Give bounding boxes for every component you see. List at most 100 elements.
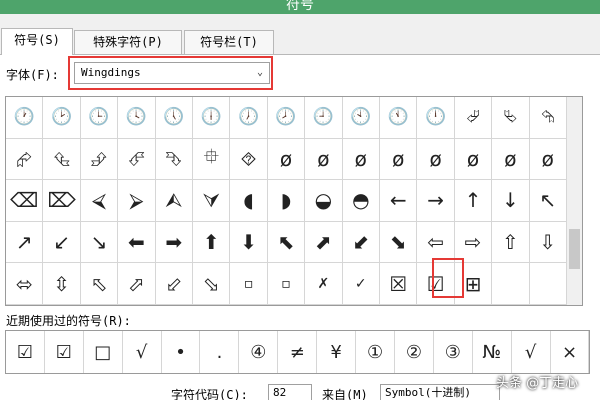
symbol-cell[interactable]: ⬃	[155, 263, 193, 305]
symbol-cell[interactable]	[492, 263, 530, 305]
symbol-cell[interactable]: ↑	[454, 180, 493, 222]
symbol-cell[interactable]: ø	[267, 138, 306, 181]
symbol-cell[interactable]: 🕑	[43, 97, 81, 139]
symbol-cell[interactable]: ◖	[230, 180, 268, 222]
symbol-cell[interactable]: ⌫	[6, 180, 44, 222]
chevron-down-icon[interactable]: ⌄	[257, 63, 263, 83]
symbol-cell[interactable]: ⬅	[118, 221, 156, 264]
symbol-cell[interactable]: ⮙	[155, 180, 193, 222]
symbol-cell[interactable]: ↓	[492, 180, 530, 222]
symbol-cell[interactable]: ⮳	[6, 138, 44, 181]
recent-symbol-cell[interactable]: ③	[434, 331, 473, 373]
tab-symbol-bar[interactable]: 符号栏(T)	[184, 30, 274, 54]
recent-symbol-cell[interactable]: ¥	[317, 331, 357, 373]
symbol-cell[interactable]: ⇩	[529, 221, 567, 264]
symbol-cell[interactable]: ✗	[305, 263, 343, 305]
symbol-cell[interactable]: ◒	[305, 180, 343, 222]
recent-symbol-cell[interactable]: №	[473, 331, 512, 373]
symbol-cell[interactable]: ⊞	[454, 263, 493, 305]
symbol-cell[interactable]: 🕙	[342, 97, 380, 139]
symbol-cell[interactable]: 🕗	[267, 97, 306, 139]
symbol-cell[interactable]: ↙	[43, 221, 81, 264]
symbol-cell[interactable]: ⬈	[305, 221, 343, 264]
recent-symbol-cell[interactable]: ④	[239, 331, 279, 373]
scrollbar-thumb[interactable]	[569, 229, 580, 269]
symbol-cell[interactable]: 🕚	[380, 97, 418, 139]
symbol-cell[interactable]: ⬇	[230, 221, 268, 264]
symbol-cell[interactable]: ▫	[230, 263, 268, 305]
symbol-cell[interactable]: ⇨	[454, 221, 493, 264]
symbol-cell[interactable]: ↘	[80, 221, 119, 264]
symbol-cell[interactable]: ▫	[267, 263, 306, 305]
scrollbar[interactable]	[566, 97, 582, 305]
symbol-cell[interactable]: ø	[342, 138, 380, 181]
symbol-cell[interactable]: ⮰	[454, 97, 493, 139]
symbol-cell[interactable]: 🕐	[6, 97, 44, 139]
recent-symbol-cell[interactable]: ☑	[45, 331, 84, 373]
symbol-cell[interactable]: ⬉	[267, 221, 306, 264]
symbol-cell[interactable]: 🕛	[417, 97, 455, 139]
symbol-cell[interactable]: ➡	[155, 221, 193, 264]
symbol-cell[interactable]: →	[417, 180, 455, 222]
recent-symbol-cell[interactable]: □	[84, 331, 123, 373]
recent-symbol-cell[interactable]: ☑	[6, 331, 45, 373]
symbol-cell[interactable]: ⬁	[80, 263, 119, 305]
symbol-cell[interactable]: ⮚	[118, 180, 156, 222]
charcode-input[interactable]: 82	[268, 384, 312, 400]
from-dropdown[interactable]: Symbol(十进制)	[380, 384, 500, 400]
symbol-cell[interactable]: 🕕	[193, 97, 231, 139]
symbol-cell[interactable]: ⮷	[155, 138, 193, 181]
symbol-cell[interactable]: ↖	[529, 180, 567, 222]
symbol-cell[interactable]: ø	[380, 138, 418, 181]
symbol-cell[interactable]: ø	[529, 138, 567, 181]
symbol-cell[interactable]: ⌦	[43, 180, 81, 222]
symbol-cell[interactable]: ⮲	[529, 97, 567, 139]
symbol-cell[interactable]: ✓	[342, 263, 380, 305]
symbol-cell[interactable]: ↗	[6, 221, 44, 264]
tab-special-characters[interactable]: 特殊字符(P)	[74, 30, 182, 54]
symbol-cell[interactable]	[529, 263, 567, 305]
symbol-cell[interactable]: ←	[380, 180, 418, 222]
symbol-cell[interactable]: ⮶	[118, 138, 156, 181]
symbol-cell[interactable]: ⬀	[118, 263, 156, 305]
symbol-cell[interactable]: ⬂	[193, 263, 231, 305]
symbol-cell[interactable]: 🕓	[118, 97, 156, 139]
recent-symbol-cell[interactable]: √	[512, 331, 551, 373]
recent-symbol-cell[interactable]: •	[162, 331, 201, 373]
symbol-cell[interactable]: ⇧	[492, 221, 530, 264]
recent-symbol-cell[interactable]: ②	[395, 331, 434, 373]
symbol-cell[interactable]: ⬊	[380, 221, 418, 264]
symbol-cell[interactable]: ⬄	[6, 263, 44, 305]
symbol-cell[interactable]: ◓	[342, 180, 380, 222]
symbol-cell[interactable]: ⇦	[417, 221, 455, 264]
recent-symbol-cell[interactable]: ≠	[278, 331, 318, 373]
symbol-cell[interactable]: 🕖	[230, 97, 268, 139]
symbol-cell[interactable]: ø	[305, 138, 343, 181]
symbol-cell[interactable]: ⇳	[43, 263, 81, 305]
symbol-cell[interactable]: 🕔	[155, 97, 193, 139]
recent-symbol-cell[interactable]: ×	[551, 331, 590, 373]
symbol-cell[interactable]: ⮛	[193, 180, 231, 222]
symbol-cell[interactable]: ⬋	[342, 221, 380, 264]
recent-symbol-cell[interactable]: .	[201, 331, 240, 373]
symbol-cell[interactable]: ◗	[267, 180, 306, 222]
symbol-cell[interactable]: ⮴	[43, 138, 81, 181]
symbol-cell[interactable]: ⯑	[230, 138, 268, 181]
symbol-cell[interactable]: ⮵	[80, 138, 119, 181]
recent-symbol-cell[interactable]: √	[123, 331, 162, 373]
tab-symbols[interactable]: 符号(S)	[1, 28, 73, 55]
symbol-cell[interactable]: ø	[454, 138, 493, 181]
recent-symbol-cell[interactable]: ①	[356, 331, 395, 373]
symbol-cell[interactable]: ø	[492, 138, 530, 181]
symbol-cell[interactable]: ⮱	[492, 97, 530, 139]
symbol-cell[interactable]: ø	[417, 138, 455, 181]
symbol-cell[interactable]: 🕘	[305, 97, 343, 139]
symbol-cell[interactable]: ⯐	[193, 138, 231, 181]
symbol-cell[interactable]: 🕒	[80, 97, 119, 139]
watermark: 头条 @丁走心	[496, 376, 579, 391]
symbol-cell[interactable]: ⬆	[193, 221, 231, 264]
symbol-cell[interactable]: ⮘	[80, 180, 119, 222]
symbol-cell[interactable]: ☑	[417, 263, 455, 305]
symbol-cell[interactable]: ☒	[380, 263, 418, 305]
font-dropdown[interactable]: Wingdings ⌄	[74, 62, 270, 84]
